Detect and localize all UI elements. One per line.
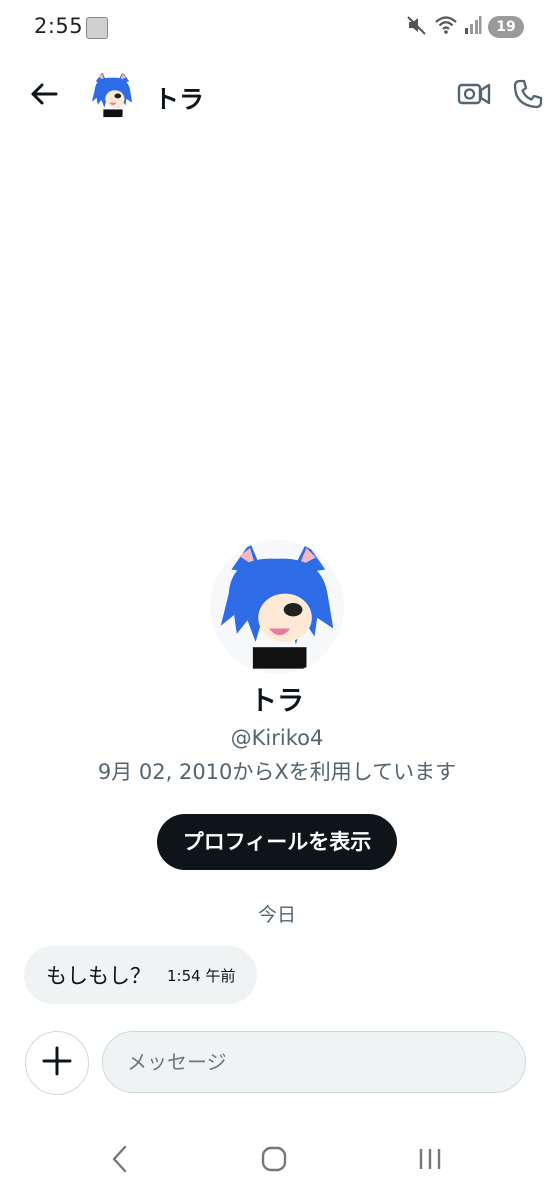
nav-back-button[interactable] bbox=[96, 1140, 144, 1182]
profile-joined-date: 9月 02, 2010からXを利用しています bbox=[97, 760, 457, 784]
message-composer bbox=[0, 1030, 554, 1096]
video-call-button[interactable] bbox=[452, 76, 496, 116]
message-input[interactable] bbox=[102, 1031, 526, 1093]
video-call-icon bbox=[457, 79, 491, 113]
notification-thumbnail-icon bbox=[86, 17, 108, 39]
conversation-header: トラ bbox=[0, 60, 554, 132]
nav-home-button[interactable] bbox=[250, 1140, 298, 1182]
plus-icon bbox=[42, 1046, 72, 1080]
wifi-icon bbox=[434, 15, 458, 39]
message-text: もしもし？ bbox=[46, 964, 151, 988]
phone-icon bbox=[512, 78, 544, 114]
profile-handle: @Kiriko4 bbox=[230, 726, 324, 750]
message-timestamp: 1:54 午前 bbox=[167, 966, 236, 985]
battery-icon: 19 bbox=[488, 16, 524, 38]
status-bar: 2:55 19 bbox=[0, 0, 554, 56]
back-arrow-icon bbox=[29, 79, 59, 113]
nav-home-icon bbox=[260, 1145, 288, 1177]
back-button[interactable] bbox=[22, 74, 66, 118]
profile-card: トラ @Kiriko4 9月 02, 2010からXを利用しています プロフィー… bbox=[0, 540, 554, 870]
nav-recents-icon bbox=[416, 1145, 444, 1177]
system-nav-bar bbox=[0, 1130, 554, 1192]
nav-recents-button[interactable] bbox=[406, 1140, 454, 1182]
status-icons: 19 bbox=[406, 15, 524, 39]
nav-back-icon bbox=[108, 1144, 132, 1178]
phone-call-button[interactable] bbox=[506, 76, 550, 116]
mute-icon bbox=[406, 14, 428, 40]
date-divider: 今日 bbox=[257, 904, 296, 926]
profile-name: トラ bbox=[250, 686, 304, 717]
conversation-title[interactable]: トラ bbox=[154, 80, 204, 116]
status-time: 2:55 bbox=[34, 14, 84, 38]
add-attachment-button[interactable] bbox=[25, 1031, 89, 1095]
profile-avatar[interactable] bbox=[210, 540, 344, 674]
avatar[interactable] bbox=[88, 71, 136, 119]
view-profile-button[interactable]: プロフィールを表示 bbox=[156, 814, 398, 870]
signal-icon bbox=[464, 15, 482, 39]
message-bubble[interactable]: もしもし？ 1:54 午前 bbox=[24, 946, 258, 1004]
